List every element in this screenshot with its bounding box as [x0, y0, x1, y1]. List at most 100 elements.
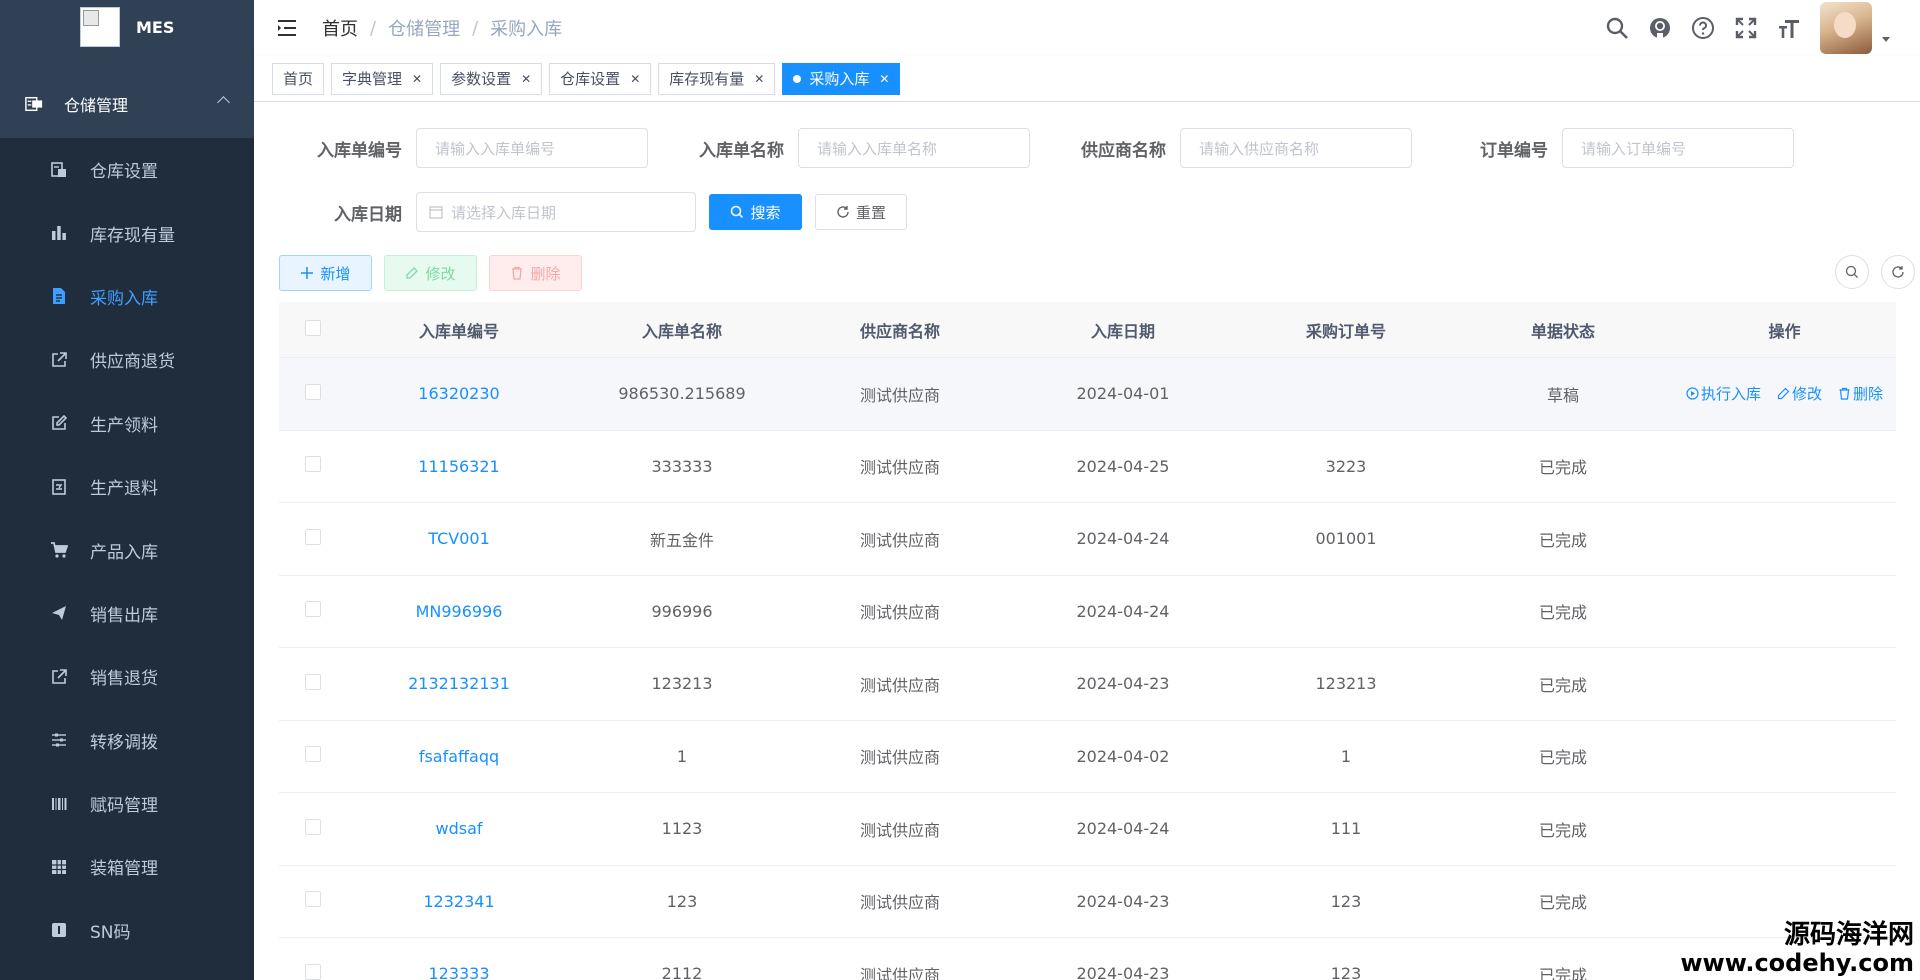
sidebar-item-purchase-inbound[interactable]: 采购入库: [0, 265, 254, 328]
sidebar-item-production-issue[interactable]: 生产领料: [0, 392, 254, 455]
name-input[interactable]: 请输入入库单名称: [798, 128, 1030, 168]
caret-down-icon[interactable]: [1882, 36, 1890, 42]
logo[interactable]: MES: [0, 0, 254, 54]
header-code[interactable]: 入库单编号: [347, 318, 571, 342]
return-box-icon: [50, 478, 68, 496]
table-row[interactable]: wdsaf 1123 测试供应商 2024-04-24 111 已完成: [279, 793, 1896, 866]
breadcrumb-separator: /: [472, 17, 479, 39]
github-icon[interactable]: [1647, 15, 1673, 41]
header-name[interactable]: 入库单名称: [571, 318, 793, 342]
tag-purchase-inbound[interactable]: 采购入库 ✕: [782, 62, 901, 95]
table-row[interactable]: 2132132131 123213 测试供应商 2024-04-23 123213 已完成: [279, 648, 1896, 721]
tag-dict[interactable]: 字典管理 ✕: [331, 62, 434, 95]
sidebar-item-label: 生产退料: [90, 479, 158, 500]
close-icon[interactable]: ✕: [754, 72, 764, 86]
cell-code[interactable]: TCV001: [347, 529, 571, 548]
table-row[interactable]: 1232341 123 测试供应商 2024-04-23 123 已完成: [279, 866, 1896, 938]
table-row[interactable]: 123333 2112 测试供应商 2024-04-23 123 已完成: [279, 938, 1896, 980]
sidebar-item-production-return[interactable]: 生产退料: [0, 455, 254, 518]
close-icon[interactable]: ✕: [630, 72, 640, 86]
toggle-search-button[interactable]: [1835, 255, 1869, 289]
add-button[interactable]: 新增: [279, 255, 372, 291]
sidebar-item-sales-return[interactable]: 销售退货: [0, 645, 254, 708]
vendor-input[interactable]: 请输入供应商名称: [1180, 128, 1412, 168]
tag-inventory[interactable]: 库存现有量 ✕: [658, 62, 776, 95]
order-input[interactable]: 请输入订单编号: [1562, 128, 1794, 168]
refresh-button[interactable]: [1881, 255, 1915, 289]
table-row[interactable]: 11156321 333333 测试供应商 2024-04-25 3223 已完成: [279, 431, 1896, 503]
delete-button[interactable]: 删除: [489, 255, 582, 291]
row-checkbox[interactable]: [305, 528, 321, 545]
breadcrumb-warehouse[interactable]: 仓储管理: [388, 15, 460, 41]
cell-po: 123: [1330, 964, 1362, 980]
sidebar-item-vendor-return[interactable]: 供应商退货: [0, 328, 254, 391]
header-date[interactable]: 入库日期: [1007, 318, 1239, 342]
row-checkbox[interactable]: [305, 601, 321, 618]
search-icon[interactable]: [1604, 15, 1630, 41]
breadcrumb-home[interactable]: 首页: [322, 15, 358, 41]
cart-icon: [50, 541, 68, 559]
sidebar-item-inventory[interactable]: 库存现有量: [0, 201, 254, 264]
cell-code[interactable]: MN996996: [347, 602, 571, 621]
avatar[interactable]: [1820, 2, 1872, 54]
close-icon[interactable]: ✕: [879, 72, 889, 86]
help-icon[interactable]: [1690, 15, 1716, 41]
tag-home[interactable]: 首页: [272, 62, 325, 95]
tag-warehouse-settings[interactable]: 仓库设置 ✕: [549, 62, 652, 95]
breadcrumb-separator: /: [370, 17, 377, 39]
cell-code[interactable]: 16320230: [347, 384, 571, 403]
hamburger-icon[interactable]: [276, 16, 300, 40]
header-vendor[interactable]: 供应商名称: [793, 318, 1007, 342]
row-checkbox[interactable]: [305, 818, 321, 835]
cell-code[interactable]: wdsaf: [347, 819, 571, 838]
close-icon[interactable]: ✕: [521, 72, 531, 86]
row-edit-button[interactable]: 修改: [1777, 383, 1822, 404]
row-checkbox[interactable]: [305, 383, 321, 400]
sidebar: MES 仓储管理 仓库设置 库存现有量 采购入库 供应商退货 生产领料 生产退料…: [0, 0, 254, 980]
font-size-icon[interactable]: [1776, 15, 1802, 41]
search-button[interactable]: 搜索: [709, 194, 802, 230]
cell-status: 已完成: [1538, 965, 1587, 980]
select-all-checkbox[interactable]: [305, 319, 321, 336]
cell-code[interactable]: 11156321: [347, 457, 571, 476]
row-checkbox[interactable]: [305, 891, 321, 908]
header-status[interactable]: 单据状态: [1453, 318, 1673, 342]
execute-inbound-button[interactable]: 执行入库: [1686, 383, 1761, 404]
table-row[interactable]: TCV001 新五金件 测试供应商 2024-04-24 001001 已完成: [279, 503, 1896, 576]
sidebar-item-transfer[interactable]: 转移调拨: [0, 709, 254, 772]
row-delete-button[interactable]: 删除: [1838, 383, 1883, 404]
cell-code[interactable]: 123333: [347, 964, 571, 980]
date-picker[interactable]: 请选择入库日期: [416, 192, 696, 232]
edit-button[interactable]: 修改: [384, 255, 477, 291]
sidebar-item-warehouse-settings[interactable]: 仓库设置: [0, 138, 254, 201]
close-icon[interactable]: ✕: [412, 72, 422, 86]
reset-button[interactable]: 重置: [815, 194, 907, 230]
tag-params[interactable]: 参数设置 ✕: [440, 62, 543, 95]
sidebar-item-packing[interactable]: 装箱管理: [0, 835, 254, 898]
cell-code[interactable]: fsafaffaqq: [347, 747, 571, 766]
cell-name: 996996: [651, 601, 713, 621]
sidebar-item-sn[interactable]: SN码: [0, 899, 254, 962]
sidebar-item-label: 销售出库: [90, 605, 158, 626]
sliders-icon: [50, 731, 68, 749]
code-input[interactable]: 请输入入库单编号: [416, 128, 648, 168]
table-row[interactable]: 16320230 986530.215689 测试供应商 2024-04-01 草稿 执行…: [279, 358, 1896, 431]
table-row[interactable]: MN996996 996996 测试供应商 2024-04-24 已完成: [279, 576, 1896, 648]
fullscreen-icon[interactable]: [1733, 15, 1759, 41]
row-checkbox[interactable]: [305, 963, 321, 980]
row-checkbox[interactable]: [305, 746, 321, 763]
sidebar-item-product-inbound[interactable]: 产品入库: [0, 518, 254, 581]
cell-code[interactable]: 1232341: [347, 892, 571, 911]
row-checkbox[interactable]: [305, 456, 321, 473]
sidebar-item-sales-outbound[interactable]: 销售出库: [0, 582, 254, 645]
logo-image: [80, 7, 120, 47]
table-row[interactable]: fsafaffaqq 1 测试供应商 2024-04-02 1 已完成: [279, 721, 1896, 793]
row-checkbox[interactable]: [305, 673, 321, 690]
sidebar-item-barcode[interactable]: 赋码管理: [0, 772, 254, 835]
sidebar-item-label: 赋码管理: [90, 796, 158, 817]
grid-icon: [50, 858, 68, 876]
sidebar-item-label: 转移调拨: [90, 732, 158, 753]
play-circle-icon: [1686, 387, 1699, 400]
header-po[interactable]: 采购订单号: [1239, 318, 1453, 342]
cell-code[interactable]: 2132132131: [347, 674, 571, 693]
